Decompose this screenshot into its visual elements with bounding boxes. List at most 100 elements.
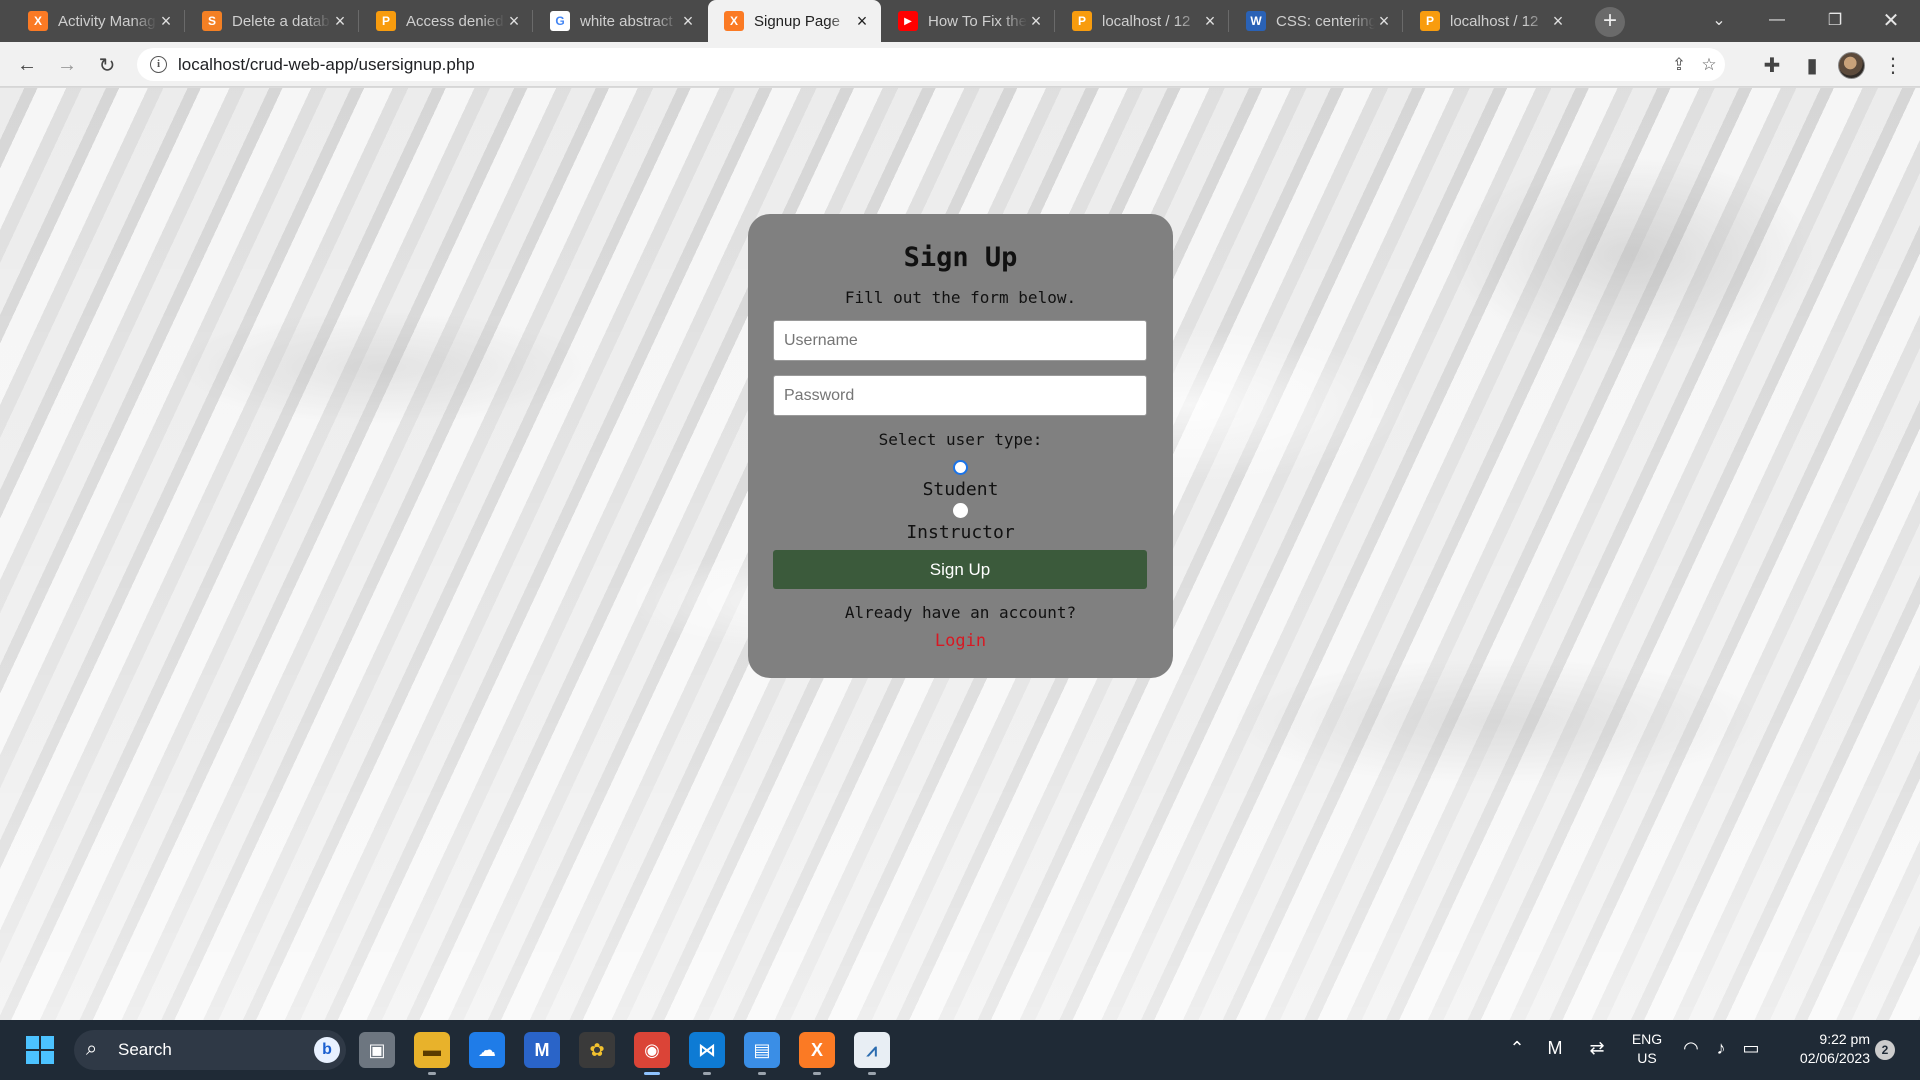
browser-tab-active[interactable]: X Signup Page ×: [708, 0, 881, 42]
app-tray-icon[interactable]: M: [1544, 1038, 1566, 1059]
signup-card: Sign Up Fill out the form below. Select …: [748, 214, 1173, 678]
chat-icon[interactable]: ☁: [469, 1032, 505, 1068]
close-icon[interactable]: ×: [1027, 12, 1045, 30]
tab-strip: X Activity Manag × S Delete a datab × P …: [0, 0, 1920, 42]
site-info-icon[interactable]: i: [150, 56, 167, 73]
back-button[interactable]: ←: [12, 50, 42, 80]
username-input[interactable]: [773, 320, 1147, 361]
close-icon[interactable]: ×: [679, 12, 697, 30]
browser-tab[interactable]: P localhost / 12 ×: [1056, 0, 1229, 42]
minimize-button[interactable]: —: [1748, 0, 1806, 40]
address-bar[interactable]: i localhost/crud-web-app/usersignup.php …: [137, 48, 1725, 81]
browser-toolbar: ← → ↻ i localhost/crud-web-app/usersignu…: [0, 42, 1920, 87]
language-indicator[interactable]: ENG US: [1628, 1030, 1666, 1068]
instructor-radio[interactable]: [953, 503, 968, 518]
taskbar-search[interactable]: ⌕ Search b: [74, 1030, 346, 1070]
student-radio[interactable]: [953, 460, 968, 475]
restore-button[interactable]: ❐: [1806, 0, 1864, 40]
chrome-icon[interactable]: ◉: [629, 1026, 675, 1075]
browser-tab[interactable]: X Activity Manag ×: [12, 0, 185, 42]
phpmyadmin-icon: P: [376, 11, 396, 31]
close-icon[interactable]: ×: [1201, 12, 1219, 30]
volume-icon[interactable]: ♪: [1710, 1038, 1732, 1059]
side-panel-button[interactable]: ▮: [1797, 50, 1827, 80]
google-icon: G: [550, 11, 570, 31]
puzzle-icon: ✚: [1763, 54, 1781, 77]
close-icon[interactable]: ×: [1549, 12, 1567, 30]
clock[interactable]: 9:22 pm 02/06/2023: [1774, 1030, 1870, 1068]
account-prompt: Already have an account?: [844, 603, 1077, 622]
clock-time: 9:22 pm: [1819, 1031, 1870, 1047]
new-tab-button[interactable]: +: [1595, 7, 1625, 37]
signup-button[interactable]: Sign Up: [773, 550, 1147, 589]
notification-badge[interactable]: 2: [1875, 1040, 1895, 1060]
fl-studio-icon[interactable]: ✿: [579, 1032, 615, 1068]
browser-tab[interactable]: W CSS: centering ×: [1230, 0, 1403, 42]
tab-title: Access denied: [406, 12, 504, 30]
tab-title: Delete a datab: [232, 12, 330, 30]
xampp-icon: X: [28, 11, 48, 31]
tab-title: Activity Manag: [58, 12, 156, 30]
student-label: Student: [922, 479, 999, 500]
close-icon[interactable]: ×: [1375, 12, 1393, 30]
more-vert-icon: ⋮: [1883, 54, 1903, 77]
close-icon[interactable]: ×: [331, 12, 349, 30]
browser-tab[interactable]: ▶ How To Fix the ×: [882, 0, 1055, 42]
language-text: ENG: [1631, 1031, 1663, 1047]
password-input[interactable]: [773, 375, 1147, 416]
extensions-button[interactable]: ✚: [1757, 50, 1787, 80]
file-explorer-icon[interactable]: ▬: [414, 1032, 450, 1075]
xampp-icon: X: [724, 11, 744, 31]
youtube-icon: ▶: [898, 11, 918, 31]
page-title: Sign Up: [903, 242, 1018, 273]
url-text[interactable]: localhost/crud-web-app/usersignup.php: [178, 55, 475, 75]
network-switch-icon[interactable]: ⇄: [1586, 1038, 1608, 1059]
form-subtitle: Fill out the form below.: [844, 288, 1077, 307]
battery-icon[interactable]: ▭: [1740, 1038, 1762, 1059]
close-icon[interactable]: ×: [505, 12, 523, 30]
tab-title: CSS: centering: [1276, 12, 1375, 30]
profile-avatar[interactable]: [1838, 52, 1865, 79]
phpmyadmin-icon: P: [1420, 11, 1440, 31]
w3schools-icon: W: [1246, 11, 1266, 31]
menu-button[interactable]: ⋮: [1878, 50, 1908, 80]
search-icon: ⌕: [86, 1038, 98, 1060]
phpmyadmin-icon: P: [1072, 11, 1092, 31]
resource-monitor-icon[interactable]: ⩘: [854, 1032, 890, 1075]
tab-title: localhost / 12: [1102, 12, 1191, 30]
tab-title: white abstract: [580, 12, 673, 30]
close-window-button[interactable]: ✕: [1862, 0, 1920, 40]
instructor-label: Instructor: [906, 522, 1015, 543]
search-label: Search: [118, 1040, 172, 1059]
notepad-icon[interactable]: ▤: [744, 1032, 780, 1075]
bing-icon[interactable]: b: [314, 1037, 340, 1063]
browser-tab[interactable]: S Delete a datab ×: [186, 0, 359, 42]
vscode-icon[interactable]: ⋈: [689, 1032, 725, 1075]
app-icon[interactable]: M: [524, 1032, 560, 1068]
chevron-up-icon[interactable]: ⌃: [1506, 1038, 1528, 1059]
taskbar: ⌕ Search b ▣ ▬ ☁ M ✿ ◉ ⋈ ▤ X ⩘ ⌃ M ⇄ ENG…: [0, 1020, 1920, 1080]
reload-button[interactable]: ↻: [92, 50, 122, 80]
xampp-icon[interactable]: X: [799, 1032, 835, 1075]
tab-title: How To Fix the: [928, 12, 1027, 30]
bookmark-star-icon[interactable]: ☆: [1699, 55, 1719, 75]
arrow-right-icon: →: [57, 53, 77, 76]
windows-start-button[interactable]: [26, 1036, 54, 1064]
forward-button[interactable]: →: [52, 50, 82, 80]
user-type-label: Select user type:: [878, 430, 1043, 449]
close-icon[interactable]: ×: [853, 12, 871, 30]
browser-tab[interactable]: P Access denied ×: [360, 0, 533, 42]
tab-search-button[interactable]: ⌄: [1690, 0, 1748, 40]
tab-title: Signup Page: [754, 12, 840, 30]
region-text: US: [1637, 1050, 1657, 1066]
share-icon[interactable]: ⇪: [1669, 55, 1689, 75]
page-viewport: Sign Up Fill out the form below. Select …: [0, 88, 1920, 1020]
side-panel-icon: ▮: [1806, 54, 1818, 77]
wifi-icon[interactable]: ◠: [1680, 1038, 1702, 1059]
browser-tab[interactable]: G white abstract ×: [534, 0, 707, 42]
login-link[interactable]: Login: [748, 631, 1173, 651]
task-view-icon[interactable]: ▣: [359, 1032, 395, 1068]
close-icon[interactable]: ×: [157, 12, 175, 30]
stackoverflow-icon: S: [202, 11, 222, 31]
browser-tab[interactable]: P localhost / 12 ×: [1404, 0, 1577, 42]
